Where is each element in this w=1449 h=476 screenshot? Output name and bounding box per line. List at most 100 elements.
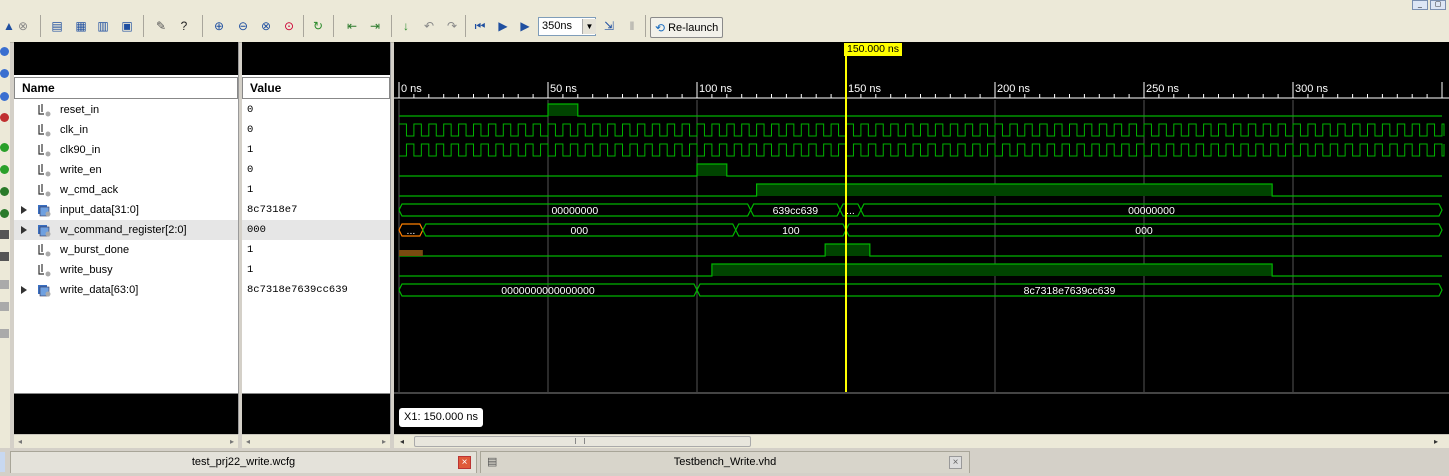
name-column-header[interactable]: Name (14, 77, 238, 99)
relaunch-button[interactable]: ⟲ Re-launch (650, 17, 723, 38)
settings-icon[interactable] (0, 329, 9, 338)
value-column-header[interactable]: Value (242, 77, 390, 99)
waveform-canvas[interactable]: 0 ns 50 ns 100 ns 150 ns 200 ns 250 ns 300 ns 0… (394, 42, 1449, 434)
signal-name: clk_in (60, 124, 89, 136)
grid-icon[interactable] (0, 302, 9, 311)
scroll-left-icon[interactable]: ◂ (246, 435, 250, 448)
expand-arrow-icon[interactable] (21, 206, 27, 214)
close-icon[interactable]: ⊗ (14, 17, 32, 35)
zoom-area-icon[interactable]: ⊙ (280, 17, 298, 35)
close-icon[interactable]: × (949, 456, 962, 469)
signal-row[interactable]: write_en (14, 160, 238, 180)
input-data-bus-value: 00000000 (551, 205, 598, 217)
zoom-in-icon[interactable] (0, 47, 9, 56)
cursor-time-flag[interactable]: 150.000 ns (844, 43, 902, 56)
run-for-icon[interactable]: ▶ (516, 17, 534, 35)
signal-row[interactable]: reset_in (14, 100, 238, 120)
w-command-register-bus-value: 100 (782, 225, 800, 237)
zoom-out-icon[interactable]: ⊖ (234, 17, 252, 35)
value-row[interactable]: 1 (242, 140, 390, 160)
expand-arrow-icon[interactable] (21, 286, 27, 294)
cursor-icon[interactable] (0, 230, 9, 239)
prev-marker-icon[interactable]: ⇤ (343, 17, 361, 35)
zoom-fit-icon[interactable] (0, 92, 9, 101)
whats-this-icon[interactable]: ? (175, 17, 193, 35)
undo-icon[interactable]: ↶ (420, 17, 438, 35)
scroll-right-icon[interactable]: ▸ (230, 435, 234, 448)
tab-vhd[interactable]: ▤ Testbench_Write.vhd × (480, 451, 970, 473)
signal-row[interactable]: write_busy (14, 260, 238, 280)
name-panel: Name reset_in clk_in clk90_in write_en w_cmd… (14, 42, 239, 435)
run-icon[interactable]: ▶ (494, 17, 512, 35)
name-hscrollbar[interactable]: ◂ ▸ (14, 434, 238, 448)
signal-row[interactable]: clk90_in (14, 140, 238, 160)
go-to-time-icon[interactable] (0, 143, 9, 152)
maximize-button[interactable]: ▢ (1430, 0, 1446, 10)
next-marker-icon[interactable]: ⇥ (366, 17, 384, 35)
chevron-down-icon[interactable]: ▼ (582, 19, 596, 34)
pause-icon[interactable]: ‖ (623, 17, 641, 35)
value-panel: Value 0 0 1 0 1 8c7318e7 000 1 1 8c7318e7639cc639 (242, 42, 391, 435)
float-icon[interactable]: ▣ (118, 17, 136, 35)
signal-icon (38, 264, 51, 277)
toolbar-separator (333, 15, 334, 37)
signal-name: input_data[31:0] (60, 204, 139, 216)
layout-icon[interactable]: ▦ (72, 17, 90, 35)
toolbar-separator (391, 15, 392, 37)
add-marker-icon[interactable] (0, 165, 9, 174)
signal-row[interactable]: w_cmd_ack (14, 180, 238, 200)
next-transition-icon[interactable] (0, 209, 9, 218)
redo-icon[interactable]: ↷ (443, 17, 461, 35)
value-hscrollbar[interactable]: ◂ ▸ (242, 434, 390, 448)
zoom-area-icon[interactable] (0, 113, 9, 122)
value-row[interactable]: 0 (242, 120, 390, 140)
signal-value: 1 (247, 184, 254, 196)
layout2-icon[interactable]: ▥ (94, 17, 112, 35)
wrench-icon[interactable]: ✎ (152, 17, 170, 35)
radix-icon[interactable] (0, 280, 9, 289)
signal-icon (38, 124, 51, 137)
waveform-panel[interactable]: 0 ns 50 ns 100 ns 150 ns 200 ns 250 ns 300 ns 0… (394, 42, 1449, 434)
zoom-full-icon[interactable]: ⊗ (257, 17, 275, 35)
signal-row[interactable]: input_data[31:0] (14, 200, 238, 220)
signal-row[interactable]: w_command_register[2:0] (14, 220, 238, 240)
step-icon[interactable]: ⇲ (600, 17, 618, 35)
signal-row[interactable]: clk_in (14, 120, 238, 140)
zoom-out-icon[interactable] (0, 69, 9, 78)
signal-value: 0 (247, 104, 254, 116)
tab-wcfg[interactable]: test_prj22_write.wcfg × (10, 451, 477, 473)
value-row[interactable]: 1 (242, 260, 390, 280)
name-panel-bottom (14, 393, 238, 435)
minimize-button[interactable]: _ (1412, 0, 1428, 10)
swap-icon[interactable] (0, 252, 9, 261)
signal-name: write_data[63:0] (60, 284, 139, 296)
add-marker-icon[interactable]: ↓ (397, 17, 415, 35)
scroll-right-icon[interactable]: ▸ (382, 435, 386, 448)
value-row[interactable]: 0 (242, 100, 390, 120)
signal-row[interactable]: w_burst_done (14, 240, 238, 260)
value-row[interactable]: 8c7318e7 (242, 200, 390, 220)
toolbar-separator (40, 15, 41, 37)
zoom-in-icon[interactable]: ⊕ (210, 17, 228, 35)
scroll-left-icon[interactable]: ◂ (18, 435, 22, 448)
value-row[interactable]: 000 (242, 220, 390, 240)
signal-name: write_busy (60, 264, 113, 276)
zoom-fit-icon[interactable]: ▤ (48, 17, 66, 35)
scroll-right-icon[interactable]: ▸ (1434, 435, 1438, 448)
value-row[interactable]: 1 (242, 240, 390, 260)
cursor-readout: X1: 150.000 ns (399, 408, 484, 427)
close-icon[interactable]: × (458, 456, 471, 469)
value-row[interactable]: 8c7318e7639cc639 (242, 280, 390, 300)
expand-arrow-icon[interactable] (21, 226, 27, 234)
signal-row[interactable]: write_data[63:0] (14, 280, 238, 300)
w-command-register-bus-value: 000 (1135, 225, 1153, 237)
value-row[interactable]: 1 (242, 180, 390, 200)
write-busy-high-fill (711, 264, 1273, 276)
restart-icon[interactable]: ⏮ (471, 17, 489, 35)
relaunch-label: Re-launch (668, 21, 719, 34)
scroll-left-icon[interactable]: ◂ (400, 435, 404, 448)
value-row[interactable]: 0 (242, 160, 390, 180)
prev-transition-icon[interactable] (0, 187, 9, 196)
refresh-icon[interactable]: ↻ (309, 17, 327, 35)
wave-scroll-thumb[interactable] (414, 436, 751, 447)
